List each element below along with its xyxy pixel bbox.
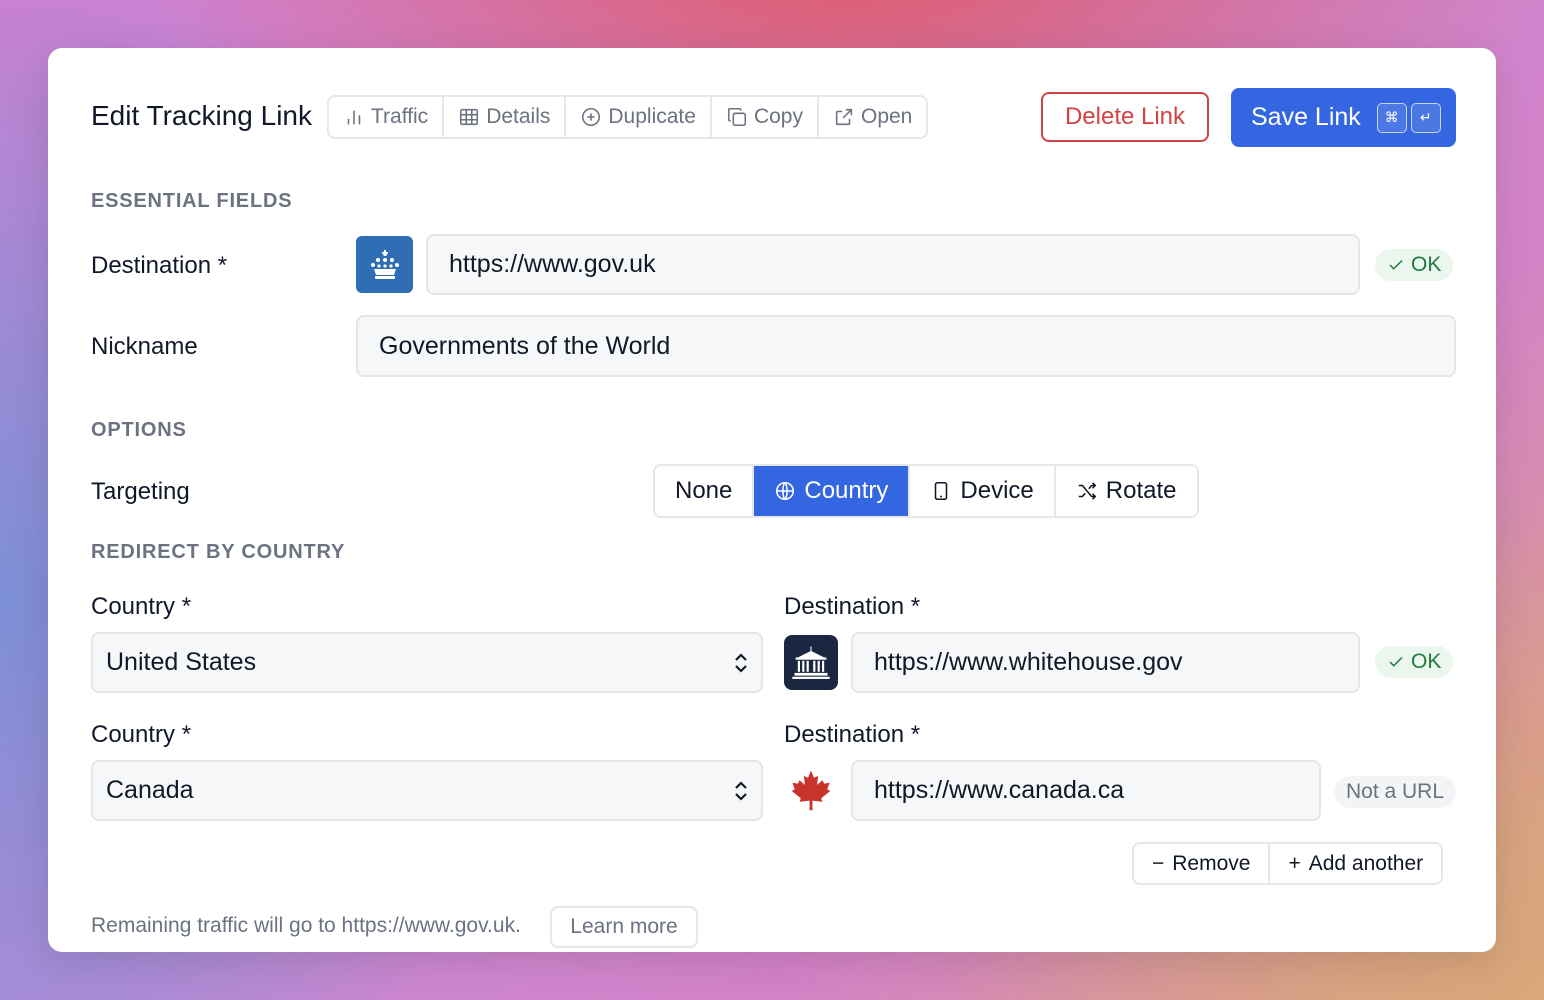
chevron-up-down-icon [733,651,749,675]
targeting-country-option[interactable]: Country [754,466,911,516]
chevron-up-down-icon [733,779,749,803]
canada-favicon [784,764,838,818]
details-label: Details [486,105,551,128]
targeting-country-label: Country [804,477,889,504]
copy-icon [727,107,746,127]
remove-label: Remove [1172,851,1251,875]
redirect-destination-label: Destination * [784,721,921,748]
remove-button[interactable]: − Remove [1134,844,1271,883]
add-another-button[interactable]: + Add another [1270,844,1441,883]
redirect-status-text: OK [1411,650,1442,673]
destination-label: Destination * [91,252,228,279]
duplicate-button[interactable]: Duplicate [566,97,712,137]
check-icon [1389,656,1403,667]
minus-icon: − [1152,851,1165,875]
whitehouse-favicon [784,635,838,690]
check-icon [1389,259,1403,270]
duplicate-label: Duplicate [608,105,696,128]
learn-more-button[interactable]: Learn more [550,906,698,948]
country-select-value: United States [106,648,257,676]
open-button[interactable]: Open [819,97,926,137]
options-heading: OPTIONS [91,419,187,441]
country-select[interactable]: Canada [91,760,763,821]
save-link-button[interactable]: Save Link ⌘ ↵ [1231,88,1456,147]
table-icon [460,108,479,126]
redirect-destination-label: Destination * [784,593,921,620]
phone-icon [935,481,948,501]
destination-status-text: OK [1411,253,1442,276]
copy-button[interactable]: Copy [712,97,819,137]
header-toolbar: Traffic Details Duplicate Copy Open [327,95,929,139]
bar-chart-icon [347,110,361,125]
nickname-input[interactable]: Governments of the World [356,315,1456,377]
country-select[interactable]: United States [91,632,763,693]
gov-uk-favicon [356,236,413,293]
shuffle-icon [1078,482,1097,500]
white-house-icon [792,646,830,679]
plus-circle-icon [582,107,601,127]
redirect-status-badge: Not a URL [1334,776,1456,808]
open-label: Open [860,105,913,128]
country-label: Country * [91,593,192,620]
copy-label: Copy [753,105,803,128]
globe-icon [776,481,795,501]
nickname-label: Nickname [91,333,198,360]
targeting-rotate-label: Rotate [1105,477,1177,504]
country-select-value: Canada [106,776,194,804]
redirect-by-country-heading: REDIRECT BY COUNTRY [91,541,346,563]
targeting-none-label: None [675,477,733,504]
save-link-label: Save Link [1251,103,1361,131]
return-key: ↵ [1410,102,1441,133]
traffic-button[interactable]: Traffic [329,97,445,137]
traffic-label: Traffic [371,105,429,128]
targeting-device-option[interactable]: Device [910,466,1056,516]
external-link-icon [835,108,853,126]
redirect-destination-input[interactable]: https://www.whitehouse.gov [851,632,1360,693]
essential-fields-heading: ESSENTIAL FIELDS [91,190,293,212]
details-button[interactable]: Details [444,97,567,137]
redirect-status-badge: OK [1375,646,1454,678]
command-key: ⌘ [1376,102,1407,133]
targeting-label: Targeting [91,478,190,505]
edit-link-dialog: Edit Tracking Link Traffic Details Dupli… [48,48,1496,952]
maple-leaf-icon [791,770,831,811]
destination-status-badge: OK [1375,249,1454,281]
targeting-rotate-option[interactable]: Rotate [1056,466,1197,516]
crown-icon [370,249,399,279]
targeting-segmented-control: None Country Device Rotate [653,464,1199,518]
redirect-destination-input[interactable]: https://www.canada.ca [851,760,1321,821]
targeting-device-label: Device [960,477,1034,504]
targeting-none-option[interactable]: None [655,466,755,516]
row-actions: − Remove + Add another [1132,842,1444,885]
save-shortcut: ⌘ ↵ [1376,102,1441,133]
destination-input[interactable]: https://www.gov.uk [426,234,1360,295]
dialog-title: Edit Tracking Link [91,100,312,131]
country-label: Country * [91,721,192,748]
delete-link-button[interactable]: Delete Link [1041,92,1209,142]
plus-icon: + [1288,851,1301,875]
remaining-traffic-text: Remaining traffic will go to https://www… [91,914,521,937]
add-another-label: Add another [1308,851,1424,875]
